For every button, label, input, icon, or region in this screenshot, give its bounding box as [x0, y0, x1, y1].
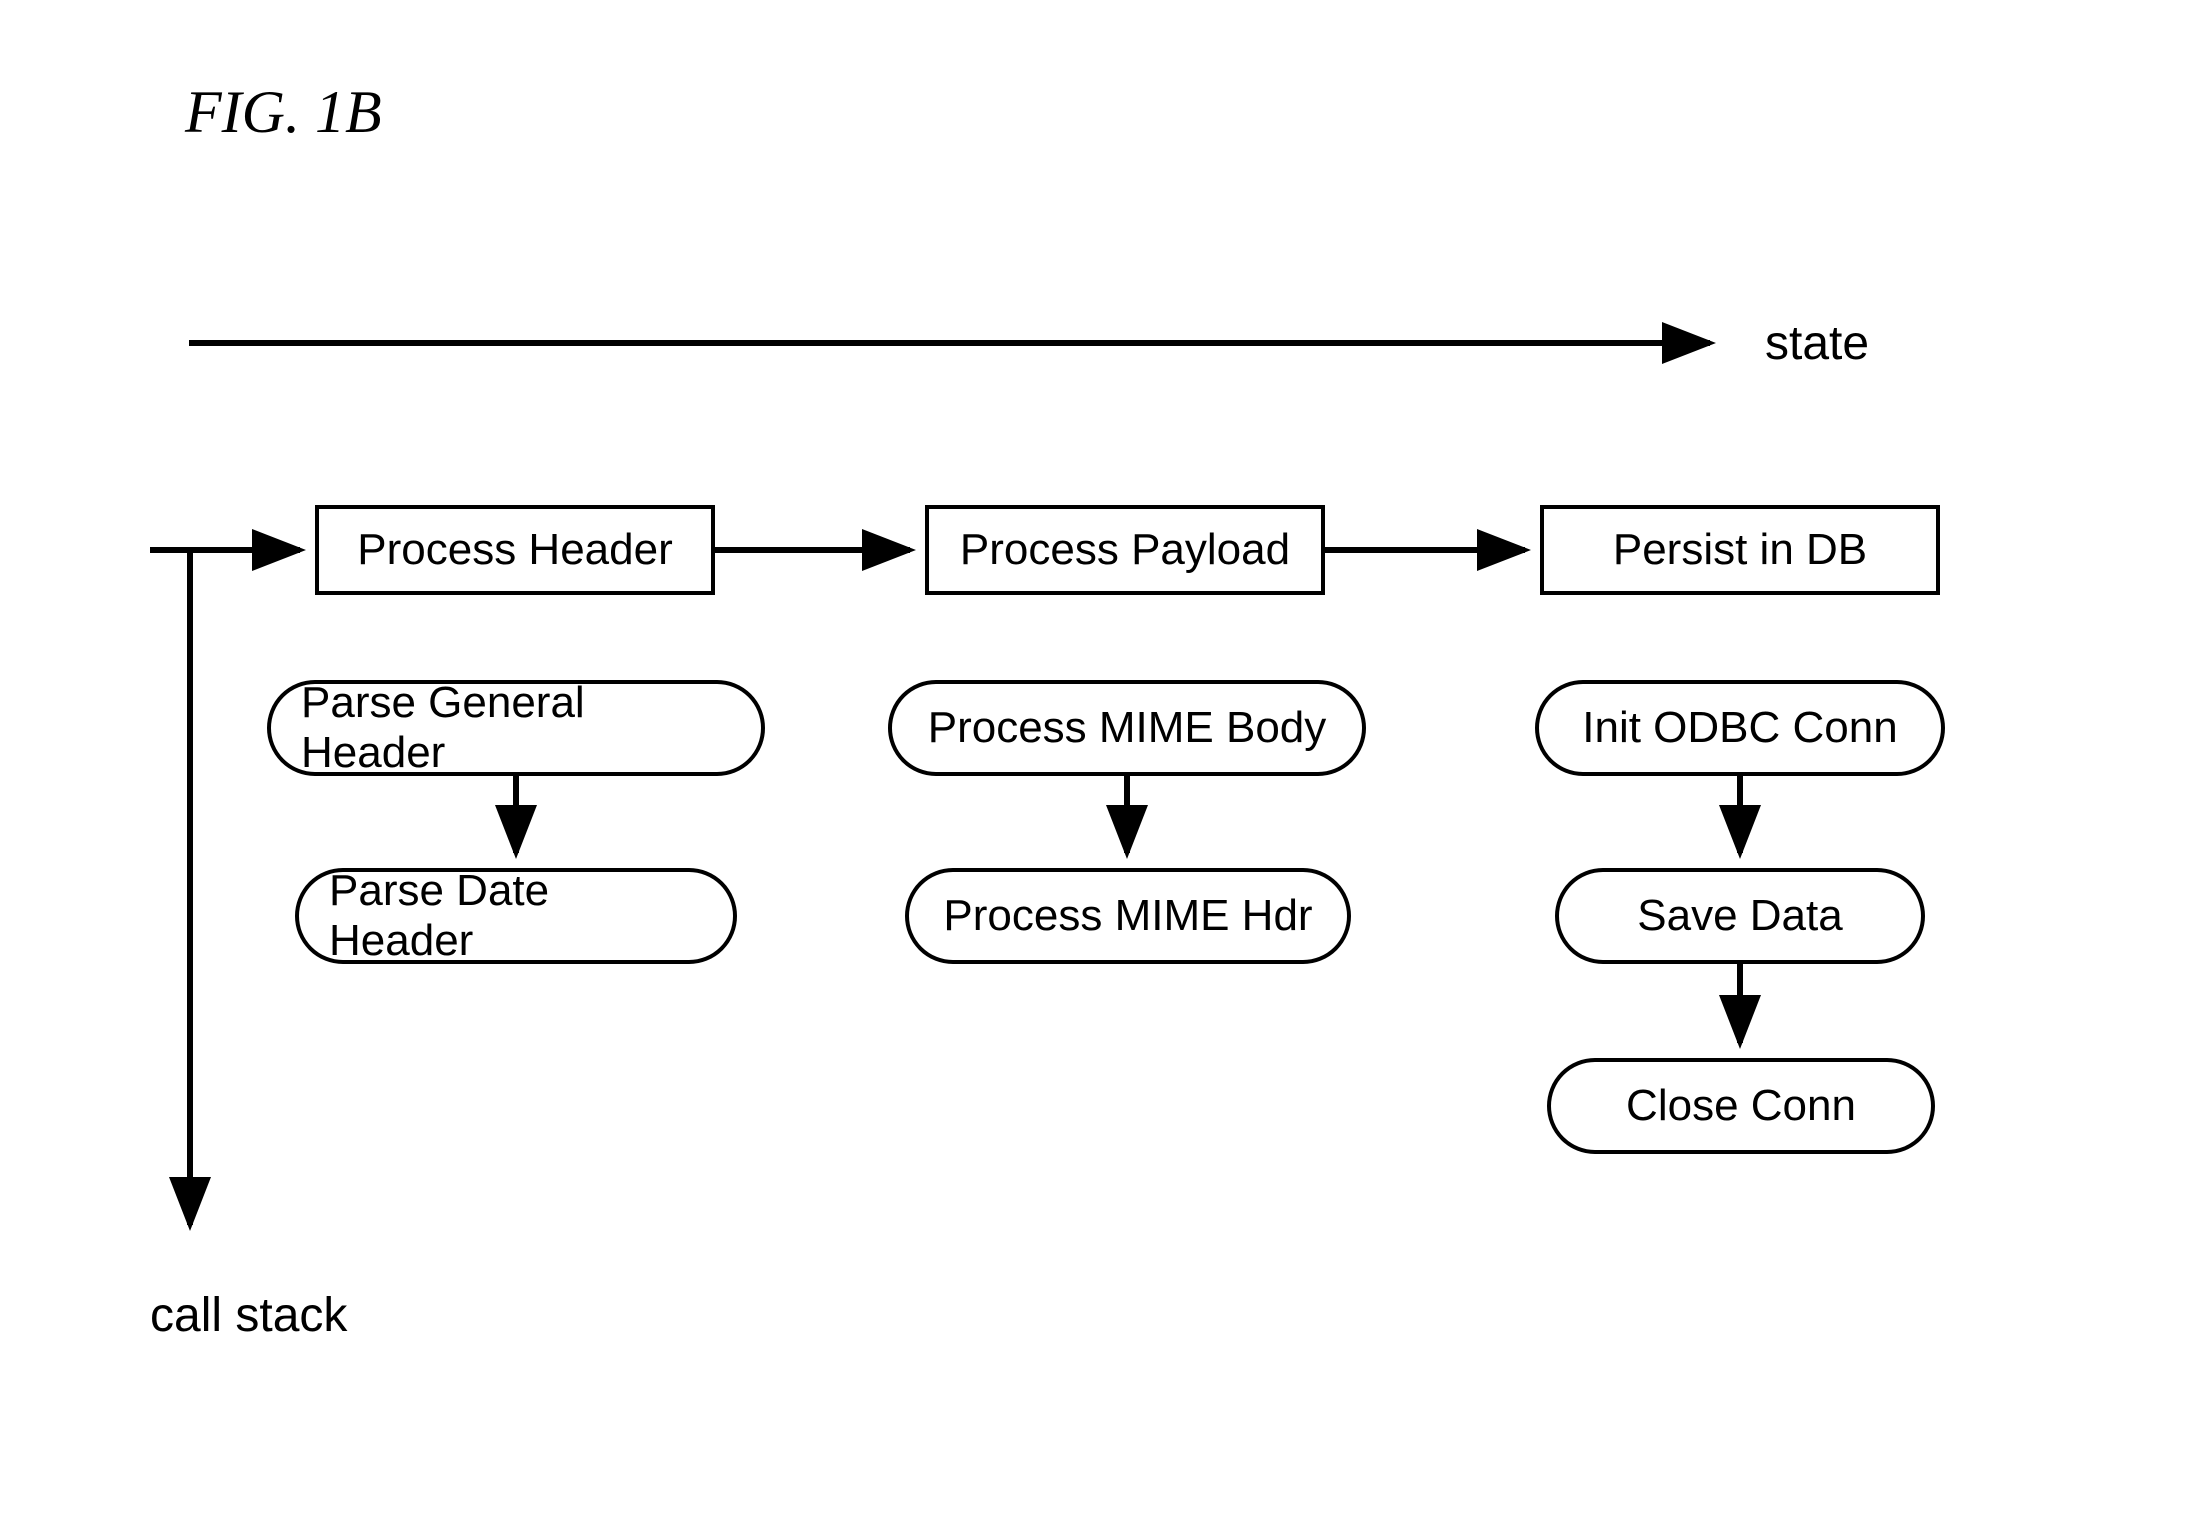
step-save-data: Save Data [1555, 868, 1925, 964]
diagram-canvas: FIG. 1B state call stack Process Header … [0, 0, 2185, 1520]
figure-title: FIG. 1B [185, 78, 382, 147]
step-process-mime-body: Process MIME Body [888, 680, 1366, 776]
stage-process-header: Process Header [315, 505, 715, 595]
step-parse-general-header: Parse General Header [267, 680, 765, 776]
step-process-mime-hdr: Process MIME Hdr [905, 868, 1351, 964]
step-close-conn: Close Conn [1547, 1058, 1935, 1154]
stage-process-payload: Process Payload [925, 505, 1325, 595]
stage-persist-in-db: Persist in DB [1540, 505, 1940, 595]
state-axis-label: state [1765, 316, 1869, 371]
step-init-odbc-conn: Init ODBC Conn [1535, 680, 1945, 776]
step-parse-date-header: Parse Date Header [295, 868, 737, 964]
call-stack-axis-label: call stack [150, 1288, 347, 1343]
